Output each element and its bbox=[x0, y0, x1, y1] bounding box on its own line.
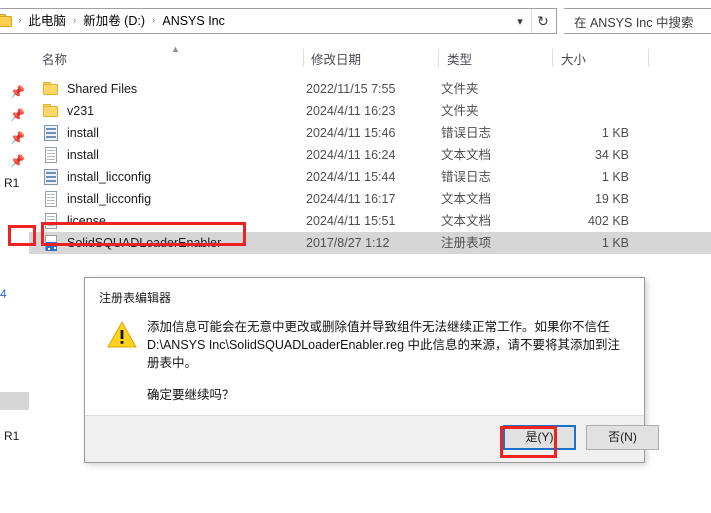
breadcrumb-separator: › bbox=[152, 15, 156, 26]
dialog-question: 确定要继续吗？ bbox=[147, 388, 235, 402]
warning-triangle-icon bbox=[107, 321, 137, 348]
pin-icon: 📌 bbox=[10, 154, 25, 168]
table-row[interactable]: install_licconfig 2024/4/11 16:17 文本文档 1… bbox=[29, 188, 711, 210]
pin-icon: 📌 bbox=[10, 85, 25, 99]
navigation-pane[interactable]: 📌 📌 📌 📌 3 R1 4 3 R1 bbox=[0, 72, 30, 513]
no-button[interactable]: 否(N) bbox=[586, 425, 659, 450]
chevron-down-icon[interactable]: ▾ bbox=[510, 9, 530, 33]
file-size: 19 KB bbox=[594, 192, 629, 206]
dialog-message: 添加信息可能会在无意中更改或删除值并导致组件无法继续正常工作。如果你不信任 D:… bbox=[147, 320, 621, 370]
column-header-date[interactable]: 修改日期 bbox=[311, 44, 361, 72]
file-size: 34 KB bbox=[594, 148, 629, 162]
breadcrumb-separator: › bbox=[18, 15, 22, 26]
pin-icon: 📌 bbox=[10, 108, 25, 122]
breadcrumb-separator: › bbox=[72, 15, 77, 26]
search-placeholder: 在 ANSYS Inc 中搜索 bbox=[574, 15, 694, 30]
dialog-title: 注册表编辑器 bbox=[99, 291, 172, 305]
nav-item-label-truncated[interactable]: 3 R1 bbox=[0, 176, 19, 190]
file-type: 文件夹 bbox=[441, 82, 479, 96]
table-row[interactable]: install_licconfig 2024/4/11 15:44 错误日志 1… bbox=[29, 166, 711, 188]
table-row-selected[interactable]: SolidSQUADLoaderEnabler 2017/8/27 1:12 注… bbox=[29, 232, 711, 254]
file-date: 2024/4/11 16:17 bbox=[306, 192, 396, 206]
column-header-type[interactable]: 类型 bbox=[447, 44, 472, 72]
table-row[interactable]: install 2024/4/11 15:46 错误日志 1 KB bbox=[29, 122, 711, 144]
column-divider[interactable] bbox=[552, 49, 553, 67]
table-row[interactable]: install 2024/4/11 16:24 文本文档 34 KB bbox=[29, 144, 711, 166]
file-type: 文本文档 bbox=[441, 214, 492, 228]
file-date: 2024/4/11 15:51 bbox=[306, 214, 396, 228]
dialog-footer: 是(Y) 否(N) bbox=[85, 415, 659, 462]
file-name: install bbox=[67, 148, 99, 162]
file-size bbox=[541, 100, 629, 122]
registry-editor-dialog: 注册表编辑器 添加信息可能会在无意中更改或删除值并导致组件无法继续正常工作。如果… bbox=[84, 277, 659, 463]
refresh-icon[interactable]: ↻ bbox=[531, 9, 554, 33]
column-header-name[interactable]: 名称 bbox=[42, 44, 67, 72]
file-date: 2024/4/11 15:44 bbox=[306, 170, 396, 184]
breadcrumb-item-ansys-inc[interactable]: ANSYS Inc bbox=[160, 9, 227, 33]
file-name: install bbox=[67, 126, 99, 140]
file-type: 文件夹 bbox=[441, 104, 479, 118]
address-bar-row: › 此电脑 › 新加卷 (D:) › ANSYS Inc ▾ ↻ 在 ANSYS… bbox=[0, 8, 711, 34]
nav-selected-block bbox=[0, 392, 29, 410]
file-size: 1 KB bbox=[601, 170, 629, 184]
file-type: 注册表项 bbox=[441, 236, 492, 250]
column-divider[interactable] bbox=[648, 49, 649, 67]
log-file-icon bbox=[43, 169, 59, 185]
file-type: 文本文档 bbox=[441, 192, 492, 206]
column-divider[interactable] bbox=[303, 49, 304, 67]
log-file-icon bbox=[43, 125, 59, 141]
file-name: Shared Files bbox=[67, 82, 138, 96]
table-row[interactable]: license 2024/4/11 15:51 文本文档 402 KB bbox=[29, 210, 711, 232]
file-name: install_licconfig bbox=[67, 192, 152, 206]
file-type: 文本文档 bbox=[441, 148, 492, 162]
file-size: 402 KB bbox=[587, 214, 629, 228]
nav-item-label-truncated[interactable]: 3 R1 bbox=[0, 429, 19, 443]
pin-icon: 📌 bbox=[10, 131, 25, 145]
file-type: 错误日志 bbox=[441, 126, 492, 140]
table-row[interactable]: Shared Files 2022/11/15 7:55 文件夹 bbox=[29, 78, 711, 100]
column-divider[interactable] bbox=[438, 49, 439, 67]
file-date: 2017/8/27 1:12 bbox=[306, 236, 390, 250]
file-size bbox=[541, 78, 629, 100]
file-date: 2022/11/15 7:55 bbox=[306, 82, 396, 96]
column-header-size[interactable]: 大小 bbox=[561, 44, 586, 72]
search-input[interactable]: 在 ANSYS Inc 中搜索 bbox=[564, 8, 711, 34]
file-name: license bbox=[67, 214, 106, 228]
nav-item-label-truncated[interactable]: 4 bbox=[0, 287, 7, 301]
file-name: v231 bbox=[67, 104, 95, 118]
breadcrumb-address-bar[interactable]: › 此电脑 › 新加卷 (D:) › ANSYS Inc ▾ ↻ bbox=[0, 8, 557, 34]
caret-up-icon: ▲ bbox=[171, 44, 180, 54]
file-date: 2024/4/11 16:24 bbox=[306, 148, 396, 162]
file-date: 2024/4/11 15:46 bbox=[306, 126, 396, 140]
file-size: 1 KB bbox=[601, 126, 629, 140]
file-name: SolidSQUADLoaderEnabler bbox=[67, 236, 222, 250]
registry-file-icon bbox=[43, 235, 59, 251]
table-row[interactable]: v231 2024/4/11 16:23 文件夹 bbox=[29, 100, 711, 122]
breadcrumb-item-drive-d[interactable]: 新加卷 (D:) bbox=[81, 9, 147, 33]
file-date: 2024/4/11 16:23 bbox=[306, 104, 396, 118]
folder-icon bbox=[0, 13, 13, 29]
column-header-row: ▲ 名称 修改日期 类型 大小 bbox=[0, 44, 711, 73]
yes-button[interactable]: 是(Y) bbox=[503, 425, 576, 450]
breadcrumb-item-this-pc[interactable]: 此电脑 bbox=[26, 9, 68, 33]
file-name: install_licconfig bbox=[67, 170, 152, 184]
file-type: 错误日志 bbox=[441, 170, 492, 184]
file-size: 1 KB bbox=[601, 236, 629, 250]
